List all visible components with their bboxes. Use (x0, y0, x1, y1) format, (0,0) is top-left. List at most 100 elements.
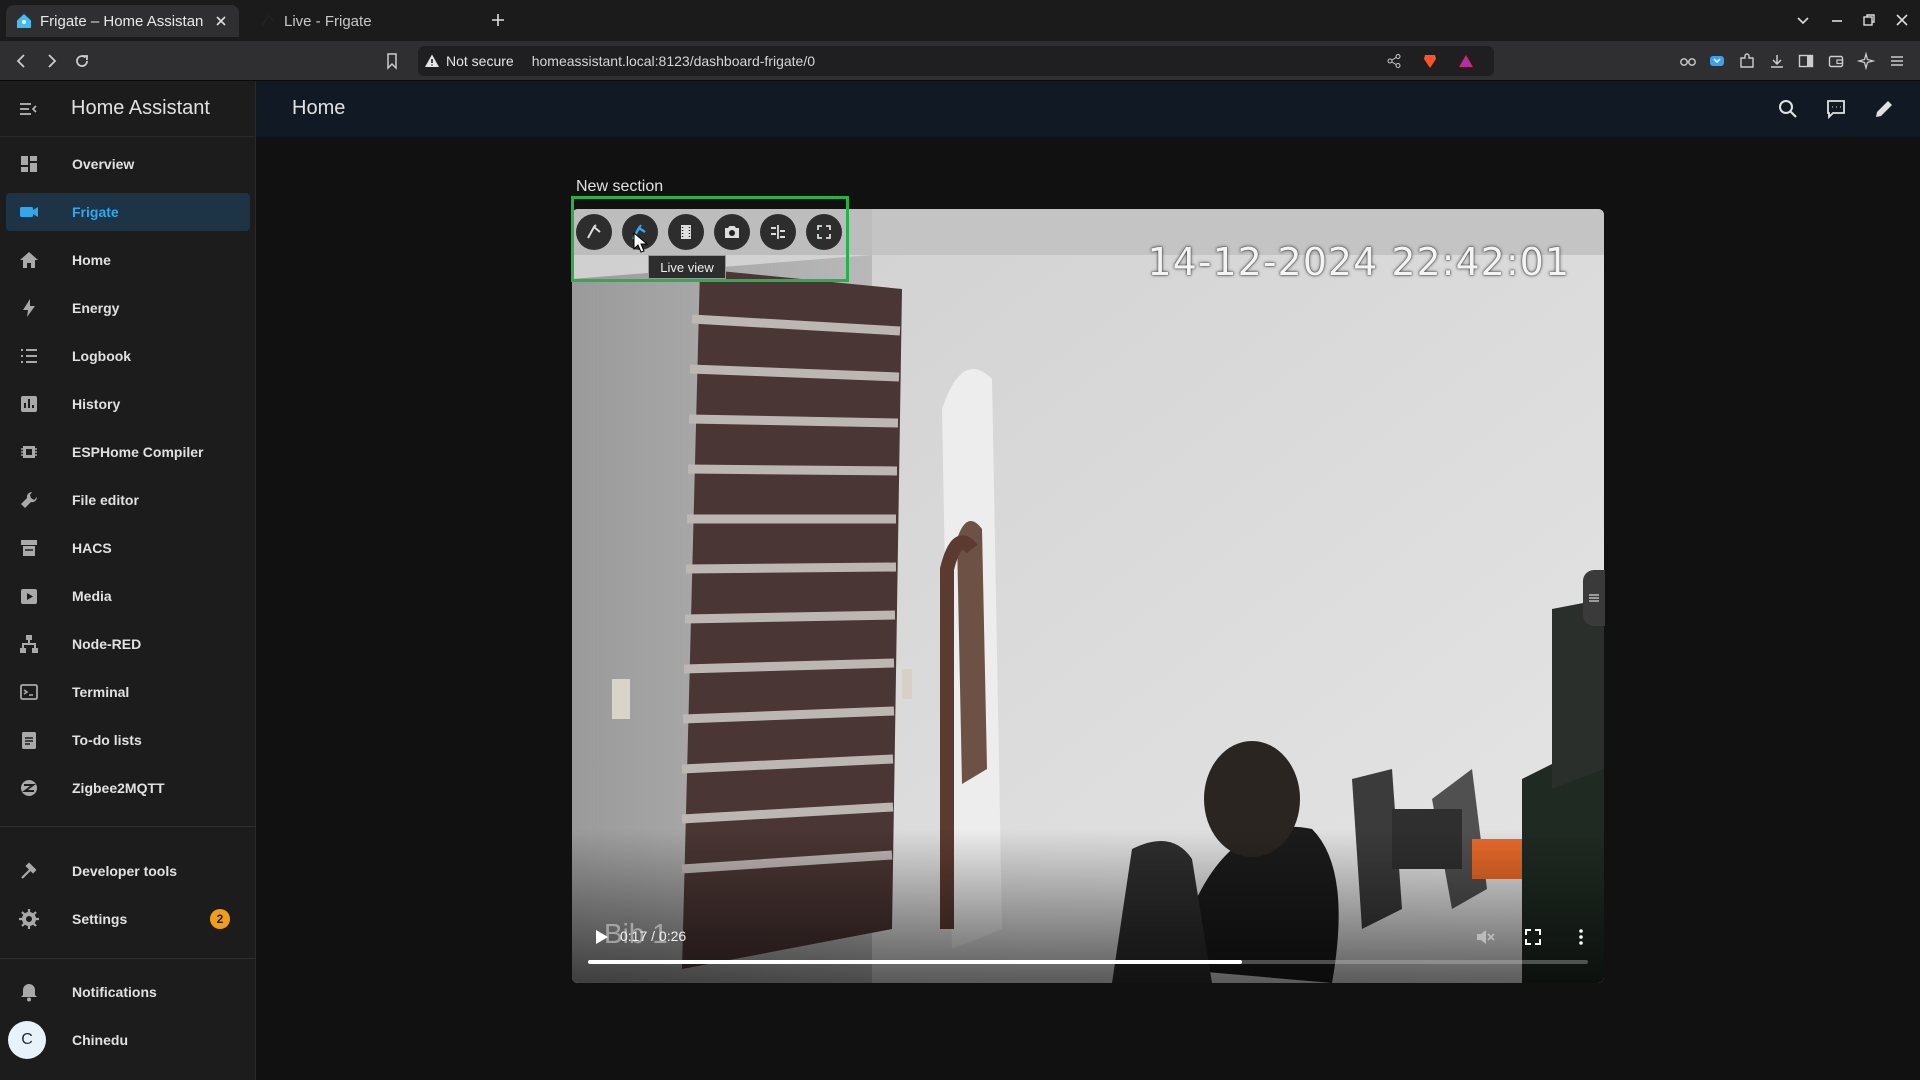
window-minimize-icon[interactable] (1827, 10, 1847, 30)
sidebar-item-history[interactable]: History (6, 385, 250, 423)
frigate-favicon-icon (261, 14, 275, 27)
sidebar-divider (0, 826, 256, 827)
store-icon (21, 540, 37, 556)
sidebar-item-logbook[interactable]: Logbook (6, 337, 250, 375)
back-arrow-icon[interactable] (12, 51, 32, 71)
video-camera-icon (20, 207, 38, 217)
sidebar-item-home[interactable]: Home (6, 241, 250, 279)
sidebar-item-developer-tools[interactable]: Developer tools (6, 852, 250, 890)
sidebar-item-frigate[interactable]: Frigate (6, 193, 250, 231)
menu-open-icon[interactable] (18, 99, 38, 119)
share-icon[interactable] (1386, 53, 1402, 69)
leo-ai-sparkle-icon[interactable] (1857, 52, 1875, 70)
extension-blue-icon[interactable] (1708, 52, 1726, 70)
video-time: 0:17 / 0:26 (620, 928, 687, 944)
assist-chat-icon[interactable] (1825, 98, 1847, 120)
sidebar-item-esphome-compiler[interactable]: ESPHome Compiler (6, 433, 250, 471)
reload-icon[interactable] (72, 51, 92, 71)
video-fullscreen-icon[interactable] (1522, 926, 1544, 948)
sidebar-item-label: HACS (72, 540, 112, 556)
window-restore-icon[interactable] (1859, 10, 1879, 30)
sidebar-item-overview[interactable]: Overview (6, 145, 250, 183)
sidebar-item-label: Home (72, 252, 111, 268)
list-icon (21, 349, 37, 363)
play-box-icon (21, 589, 37, 604)
browser-tab-live-frigate[interactable]: Live - Frigate (250, 5, 478, 37)
search-icon[interactable] (1777, 98, 1799, 120)
url-text[interactable]: homeassistant.local:8123/dashboard-friga… (532, 53, 815, 69)
settings-badge: 2 (210, 909, 230, 929)
extension-glasses-icon[interactable] (1679, 52, 1697, 70)
tab-title: Live - Frigate (284, 12, 372, 30)
sidebar-item-notifications[interactable]: Notifications (6, 973, 250, 1011)
sidebar-item-label: File editor (72, 492, 139, 508)
sidebar-item-label: ESPHome Compiler (72, 444, 204, 460)
sidebar-item-label: History (72, 396, 121, 412)
section-title: New section (576, 178, 664, 195)
url-field[interactable]: Not secure homeassistant.local:8123/dash… (418, 46, 1494, 76)
play-icon[interactable] (590, 926, 612, 948)
more-vertical-icon[interactable] (1570, 926, 1592, 948)
sidebar-header: Home Assistant (0, 81, 255, 137)
sidebar-item-label: Settings (72, 911, 128, 927)
sidebar-item-settings[interactable]: Settings 2 (6, 900, 250, 938)
brave-shields-icon[interactable] (1422, 53, 1438, 69)
bookmark-icon[interactable] (382, 51, 402, 71)
sidebar-item-label: Overview (72, 156, 135, 172)
sidebar-item-file-editor[interactable]: File editor (6, 481, 250, 519)
zigbee-icon (21, 780, 37, 796)
avatar: C (8, 1021, 46, 1059)
camera-timestamp: 14-12-2024 22:42:01 (1147, 240, 1570, 284)
tab-list-chevron-down-icon[interactable] (1793, 10, 1813, 30)
video-seek-bar[interactable] (588, 960, 1588, 964)
console-icon (20, 684, 38, 700)
frigate-camera-card[interactable]: 14-12-2024 22:42:01 Bib 1 (572, 209, 1604, 983)
sidebar-item-media[interactable]: Media (6, 577, 250, 615)
cog-icon (19, 909, 39, 929)
warning-triangle-icon (425, 54, 439, 67)
sidebar-item-terminal[interactable]: Terminal (6, 673, 250, 711)
live-view-tooltip: Live view (648, 255, 726, 279)
home-assistant-favicon-icon (17, 14, 31, 28)
page-title: Home (292, 97, 346, 119)
tab-title: Frigate – Home Assistan (40, 12, 204, 30)
brave-rewards-icon[interactable] (1458, 53, 1474, 69)
mouse-pointer-icon (633, 232, 649, 253)
sidebar-divider (0, 958, 256, 959)
sidebar-item-label: Energy (72, 300, 120, 316)
sidebar-item-node-red[interactable]: Node-RED (6, 625, 250, 663)
browser-tabbar: Frigate – Home Assistan Live - Frigate (0, 0, 1920, 41)
download-icon[interactable] (1768, 52, 1786, 70)
sidebar-item-hacs[interactable]: HACS (6, 529, 250, 567)
muted-volume-icon[interactable] (1474, 926, 1496, 948)
sitemap-icon (20, 635, 38, 653)
user-name: Chinedu (72, 1032, 128, 1048)
sidebar-item-to-do-lists[interactable]: To-do lists (6, 721, 250, 759)
dashboard-icon (21, 156, 37, 172)
sidebar-item-label: Node-RED (72, 636, 142, 652)
sidebar-title: Home Assistant (71, 97, 210, 119)
extensions-puzzle-icon[interactable] (1738, 52, 1756, 70)
home-icon (20, 252, 38, 268)
forward-arrow-icon[interactable] (41, 51, 61, 71)
camera-feed-image (572, 209, 1604, 983)
bell-icon (21, 984, 37, 1002)
browser-tab-frigate-home-assistant[interactable]: Frigate – Home Assistan (6, 5, 239, 37)
sidebar-item-label: Frigate (72, 204, 119, 220)
new-tab-plus-icon[interactable] (488, 10, 508, 30)
wrench-icon (21, 491, 38, 508)
edit-pencil-icon[interactable] (1873, 98, 1895, 120)
window-close-icon[interactable] (1892, 10, 1912, 30)
sidebar-toggle-icon[interactable] (1797, 52, 1815, 70)
sidebar-item-profile[interactable]: C Chinedu (6, 1021, 250, 1059)
sidebar-item-zigbee2mqtt[interactable]: Zigbee2MQTT (6, 769, 250, 807)
sidebar-item-label: To-do lists (72, 732, 142, 748)
close-tab-icon[interactable] (213, 13, 229, 29)
card-resize-handle[interactable] (1583, 570, 1605, 626)
browser-menu-icon[interactable] (1888, 52, 1906, 70)
not-secure-label[interactable]: Not secure (446, 53, 514, 69)
sidebar-item-energy[interactable]: Energy (6, 289, 250, 327)
clipboard-list-icon (22, 732, 36, 749)
browser-address-bar: Not secure homeassistant.local:8123/dash… (0, 41, 1920, 81)
wallet-icon[interactable] (1827, 52, 1845, 70)
